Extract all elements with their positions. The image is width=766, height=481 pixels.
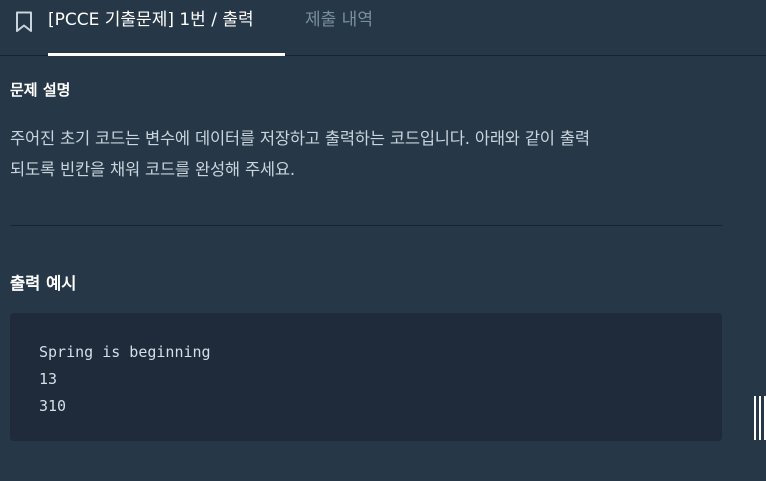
- output-line: Spring is beginning: [39, 343, 211, 361]
- output-line: 13: [39, 370, 58, 388]
- active-tab-indicator: [48, 53, 285, 56]
- description-line-1: 주어진 초기 코드는 변수에 데이터를 저장하고 출력하는 코드입니다. 아래와…: [10, 129, 590, 148]
- resize-grip-bar: [759, 396, 761, 440]
- panel-resize-handle[interactable]: [754, 396, 766, 440]
- description-text: 주어진 초기 코드는 변수에 데이터를 저장하고 출력하는 코드입니다. 아래와…: [10, 123, 722, 185]
- output-code-block: Spring is beginning 13 310: [10, 313, 722, 441]
- description-line-2: 되도록 빈칸을 채워 코드를 완성해 주세요.: [10, 160, 295, 179]
- bookmark-button[interactable]: [13, 10, 35, 34]
- problem-page: [PCCE 기출문제] 1번 / 출력 제출 내역 문제 설명 주어진 초기 코…: [0, 0, 766, 481]
- output-line: 310: [39, 397, 67, 415]
- resize-grip-bar: [754, 396, 756, 440]
- output-example-title: 출력 예시: [10, 274, 77, 293]
- tab-submissions[interactable]: 제출 내역: [305, 0, 373, 56]
- tab-submissions-label: 제출 내역: [305, 10, 373, 30]
- bookmark-icon: [16, 11, 32, 32]
- tab-problem[interactable]: [PCCE 기출문제] 1번 / 출력: [48, 0, 285, 56]
- tab-bar: [PCCE 기출문제] 1번 / 출력 제출 내역: [0, 0, 766, 56]
- description-title: 문제 설명: [10, 81, 71, 99]
- section-divider: [10, 225, 722, 226]
- tab-problem-label: [PCCE 기출문제] 1번 / 출력: [48, 10, 254, 30]
